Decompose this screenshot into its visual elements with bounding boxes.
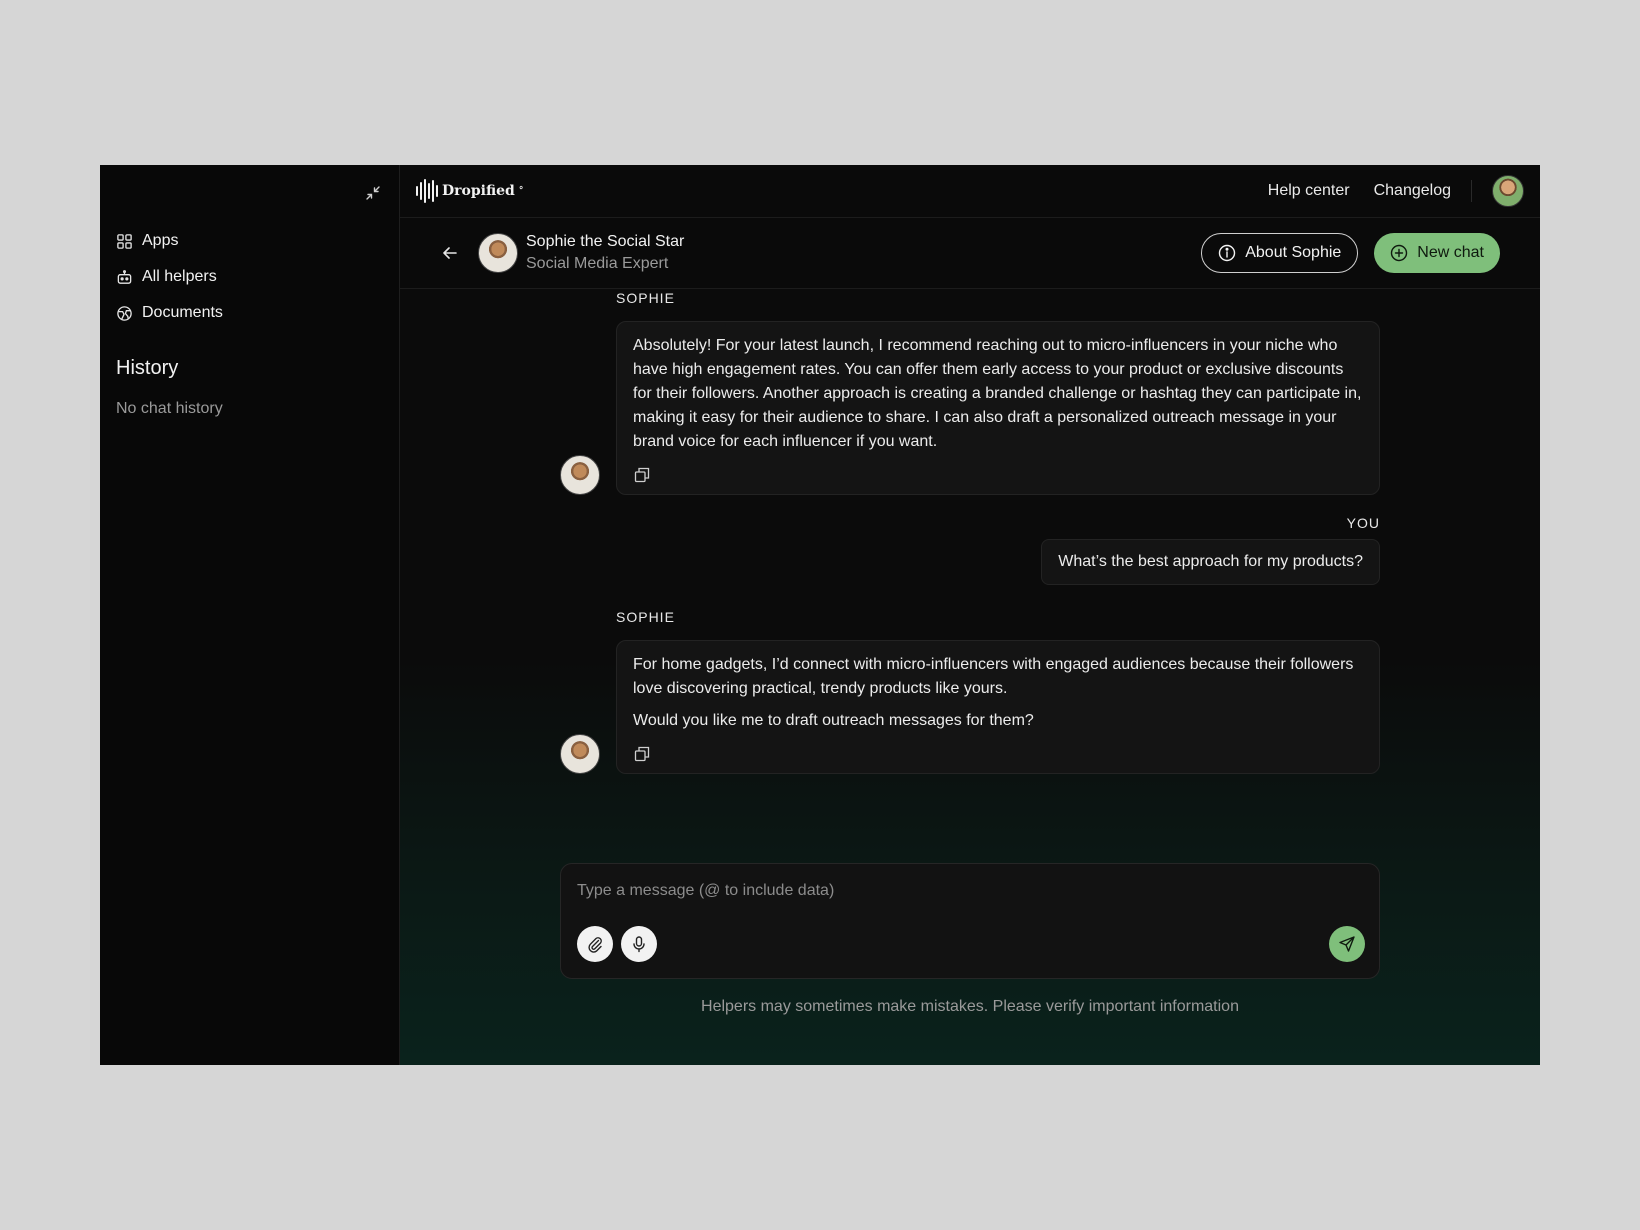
- message-bubble: For home gadgets, I’d connect with micro…: [616, 640, 1380, 774]
- agent-avatar: [478, 233, 518, 273]
- logo[interactable]: Dropified °: [416, 179, 523, 203]
- send-icon: [1339, 936, 1355, 952]
- message-composer: [560, 863, 1380, 979]
- back-arrow-icon[interactable]: [440, 243, 460, 263]
- sidebar-item-all-helpers[interactable]: All helpers: [116, 259, 383, 295]
- plus-circle-icon: [1391, 244, 1408, 262]
- copy-icon[interactable]: [633, 466, 651, 484]
- about-agent-button[interactable]: About Sophie: [1201, 233, 1359, 273]
- globe-icon: [117, 305, 132, 321]
- sidebar-item-label: All helpers: [142, 268, 217, 285]
- user-message: YOU What’s the best approach for my prod…: [560, 515, 1380, 585]
- attach-button[interactable]: [577, 926, 613, 962]
- app-window: Apps All helpers Documents History No ch…: [100, 165, 1540, 1065]
- agent-avatar: [560, 734, 600, 774]
- message-sender: SOPHIE: [616, 609, 675, 625]
- sidebar-item-apps[interactable]: Apps: [116, 223, 383, 259]
- robot-icon: [117, 269, 132, 284]
- collapse-icon[interactable]: [363, 183, 383, 203]
- agent-message: SOPHIE Absolutely! For your latest launc…: [560, 290, 1380, 495]
- logo-waveform-icon: [416, 179, 438, 203]
- message-bubble: Absolutely! For your latest launch, I re…: [616, 321, 1380, 495]
- message-bubble: What’s the best approach for my products…: [1041, 539, 1380, 585]
- message-text: Absolutely! For your latest launch, I re…: [633, 337, 1362, 450]
- agent-name: Sophie the Social Star: [526, 233, 685, 250]
- microphone-icon: [633, 936, 645, 953]
- chat-header: Sophie the Social Star Social Media Expe…: [400, 218, 1540, 289]
- about-agent-label: About Sophie: [1245, 244, 1342, 261]
- voice-button[interactable]: [621, 926, 657, 962]
- message-text: Would you like me to draft outreach mess…: [633, 712, 1034, 729]
- logo-mark: °: [518, 186, 524, 196]
- paperclip-icon: [588, 937, 602, 953]
- sidebar-item-label: Apps: [142, 232, 179, 249]
- divider: [1471, 180, 1472, 202]
- send-button[interactable]: [1329, 926, 1365, 962]
- history-title: History: [116, 357, 179, 379]
- help-center-link[interactable]: Help center: [1268, 182, 1350, 200]
- agent-message: SOPHIE For home gadgets, I’d connect wit…: [560, 609, 1380, 774]
- new-chat-button[interactable]: New chat: [1374, 233, 1500, 273]
- logo-text: Dropified: [442, 183, 515, 199]
- new-chat-label: New chat: [1417, 244, 1484, 261]
- message-input[interactable]: [577, 882, 1363, 900]
- grid-icon: [117, 233, 132, 249]
- copy-icon[interactable]: [633, 745, 651, 763]
- sidebar: Apps All helpers Documents History No ch…: [100, 165, 400, 1065]
- changelog-link[interactable]: Changelog: [1374, 182, 1451, 200]
- sidebar-item-label: Documents: [142, 304, 223, 321]
- message-sender: SOPHIE: [616, 290, 675, 306]
- main-panel: Dropified ° Help center Changelog Sophie …: [400, 165, 1540, 1065]
- agent-info: Sophie the Social Star Social Media Expe…: [526, 233, 684, 273]
- message-text: For home gadgets, I’d connect with micro…: [633, 656, 1354, 697]
- info-icon: [1219, 244, 1236, 262]
- sidebar-item-documents[interactable]: Documents: [116, 295, 383, 331]
- topbar: Dropified ° Help center Changelog: [400, 165, 1540, 218]
- disclaimer-text: Helpers may sometimes make mistakes. Ple…: [701, 998, 1239, 1015]
- message-list: SOPHIE Absolutely! For your latest launc…: [560, 290, 1380, 774]
- message-sender: YOU: [1346, 515, 1380, 531]
- history-empty-text: No chat history: [116, 400, 223, 417]
- agent-role: Social Media Expert: [526, 255, 669, 272]
- user-avatar[interactable]: [1492, 175, 1524, 207]
- agent-avatar: [560, 455, 600, 495]
